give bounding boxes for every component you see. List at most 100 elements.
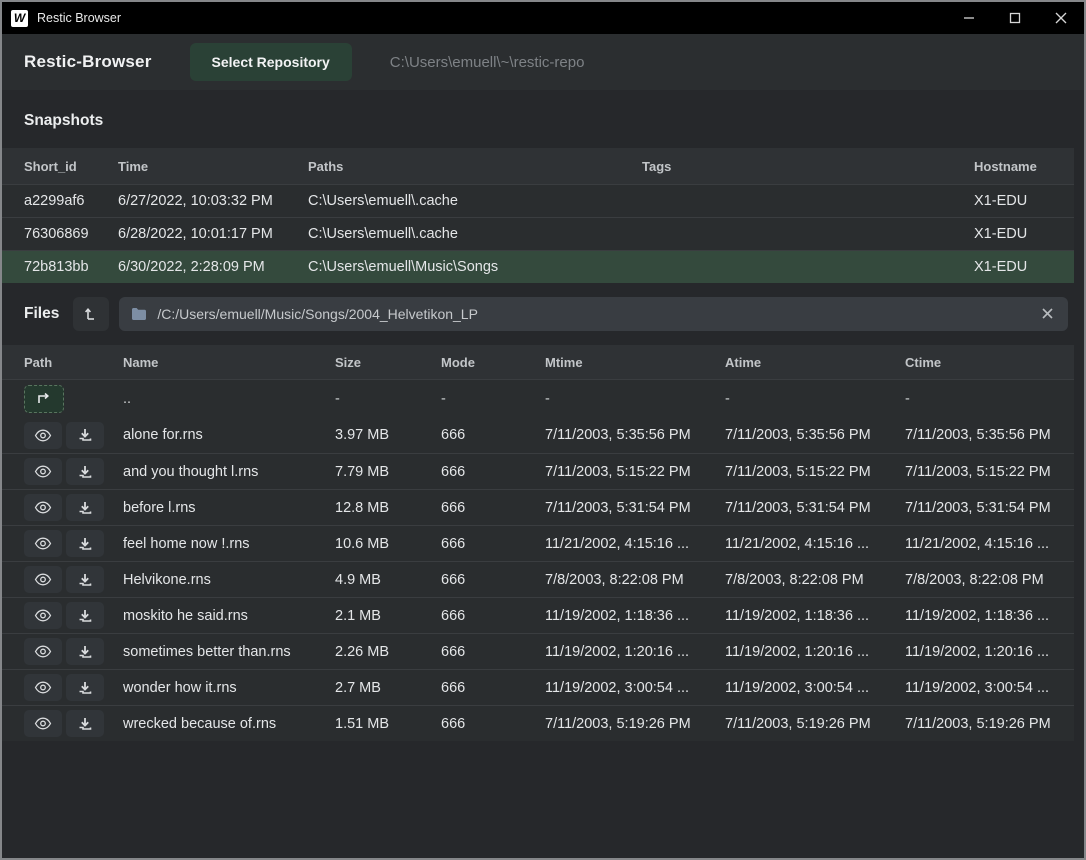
file-row[interactable]: feel home now !.rns 10.6 MB 666 11/21/20… xyxy=(2,525,1074,561)
download-file-button[interactable] xyxy=(66,638,104,665)
file-mode: 666 xyxy=(441,644,545,660)
tree-mode-button[interactable] xyxy=(73,297,109,331)
file-name: moskito he said.rns xyxy=(123,608,335,624)
file-mtime: 7/11/2003, 5:35:56 PM xyxy=(545,427,725,443)
file-mtime: 11/19/2002, 1:18:36 ... xyxy=(545,608,725,624)
file-ctime: 7/11/2003, 5:35:56 PM xyxy=(905,427,1074,443)
view-file-button[interactable] xyxy=(24,638,62,665)
view-file-button[interactable] xyxy=(24,458,62,485)
eye-icon xyxy=(34,501,52,514)
file-row[interactable]: and you thought l.rns 7.79 MB 666 7/11/2… xyxy=(2,453,1074,489)
download-icon xyxy=(78,717,92,731)
file-ctime: 7/11/2003, 5:15:22 PM xyxy=(905,464,1074,480)
parent-directory-row[interactable]: .. - - - - - xyxy=(2,379,1074,417)
file-mode: 666 xyxy=(441,572,545,588)
file-size: 7.79 MB xyxy=(335,464,441,480)
view-file-button[interactable] xyxy=(24,494,62,521)
eye-icon xyxy=(34,465,52,478)
file-ctime: 7/8/2003, 8:22:08 PM xyxy=(905,572,1074,588)
close-icon xyxy=(1055,12,1067,24)
view-file-button[interactable] xyxy=(24,602,62,629)
file-row[interactable]: wrecked because of.rns 1.51 MB 666 7/11/… xyxy=(2,705,1074,741)
file-atime: 7/11/2003, 5:19:26 PM xyxy=(725,716,905,732)
column-header-name: Name xyxy=(123,355,335,370)
file-row[interactable]: Helvikone.rns 4.9 MB 666 7/8/2003, 8:22:… xyxy=(2,561,1074,597)
column-header-tags: Tags xyxy=(642,159,974,174)
snapshot-row[interactable]: 76306869 6/28/2022, 10:01:17 PM C:\Users… xyxy=(2,217,1074,250)
file-atime: 7/11/2003, 5:15:22 PM xyxy=(725,464,905,480)
download-file-button[interactable] xyxy=(66,710,104,737)
snapshot-row[interactable]: a2299af6 6/27/2022, 10:03:32 PM C:\Users… xyxy=(2,184,1074,217)
clear-path-icon xyxy=(1041,307,1054,320)
column-header-paths: Paths xyxy=(308,159,642,174)
download-file-button[interactable] xyxy=(66,602,104,629)
file-mtime: 7/8/2003, 8:22:08 PM xyxy=(545,572,725,588)
select-repository-button[interactable]: Select Repository xyxy=(190,43,352,81)
download-file-button[interactable] xyxy=(66,566,104,593)
eye-icon xyxy=(34,681,52,694)
close-button[interactable] xyxy=(1038,2,1084,34)
current-path-bar[interactable]: /C:/Users/emuell/Music/Songs/2004_Helvet… xyxy=(119,297,1068,331)
repository-path: C:\Users\emuell\~\restic-repo xyxy=(390,54,585,71)
view-file-button[interactable] xyxy=(24,710,62,737)
file-size: 4.9 MB xyxy=(335,572,441,588)
snapshot-hostname: X1-EDU xyxy=(974,193,1074,209)
view-file-button[interactable] xyxy=(24,422,62,449)
download-icon xyxy=(78,573,92,587)
column-header-hostname: Hostname xyxy=(974,159,1074,174)
view-file-button[interactable] xyxy=(24,566,62,593)
snapshot-paths: C:\Users\emuell\.cache xyxy=(308,193,642,209)
empty-area xyxy=(2,741,1084,858)
titlebar-left: W Restic Browser xyxy=(2,10,121,27)
snapshot-short-id: 72b813bb xyxy=(24,259,118,275)
file-mode: 666 xyxy=(441,680,545,696)
file-row[interactable]: moskito he said.rns 2.1 MB 666 11/19/200… xyxy=(2,597,1074,633)
maximize-button[interactable] xyxy=(992,2,1038,34)
file-mode: 666 xyxy=(441,500,545,516)
files-heading: Files xyxy=(24,305,59,323)
download-file-button[interactable] xyxy=(66,458,104,485)
view-file-button[interactable] xyxy=(24,530,62,557)
column-header-size: Size xyxy=(335,355,441,370)
file-row[interactable]: alone for.rns 3.97 MB 666 7/11/2003, 5:3… xyxy=(2,417,1074,453)
file-ctime: 11/19/2002, 1:18:36 ... xyxy=(905,608,1074,624)
file-mtime: 11/19/2002, 1:20:16 ... xyxy=(545,644,725,660)
navigate-up-button[interactable] xyxy=(24,385,64,413)
file-mtime: 11/21/2002, 4:15:16 ... xyxy=(545,536,725,552)
column-header-ctime: Ctime xyxy=(905,355,1074,370)
clear-path-button[interactable] xyxy=(1039,306,1056,323)
view-file-button[interactable] xyxy=(24,674,62,701)
file-name: sometimes better than.rns xyxy=(123,644,335,660)
file-mode: 666 xyxy=(441,716,545,732)
download-file-button[interactable] xyxy=(66,422,104,449)
window-title: Restic Browser xyxy=(37,11,121,25)
file-name: wrecked because of.rns xyxy=(123,716,335,732)
file-ctime: 11/19/2002, 3:00:54 ... xyxy=(905,680,1074,696)
column-header-atime: Atime xyxy=(725,355,905,370)
app-header: Restic-Browser Select Repository C:\User… xyxy=(2,34,1084,90)
snapshot-row-selected[interactable]: 72b813bb 6/30/2022, 2:28:09 PM C:\Users\… xyxy=(2,250,1074,283)
file-row[interactable]: wonder how it.rns 2.7 MB 666 11/19/2002,… xyxy=(2,669,1074,705)
download-file-button[interactable] xyxy=(66,494,104,521)
file-row[interactable]: before l.rns 12.8 MB 666 7/11/2003, 5:31… xyxy=(2,489,1074,525)
download-file-button[interactable] xyxy=(66,530,104,557)
files-table: Path Name Size Mode Mtime Atime Ctime ..… xyxy=(2,345,1074,741)
file-mtime: 7/11/2003, 5:15:22 PM xyxy=(545,464,725,480)
file-atime: 7/11/2003, 5:35:56 PM xyxy=(725,427,905,443)
minimize-button[interactable] xyxy=(946,2,992,34)
snapshot-time: 6/27/2022, 10:03:32 PM xyxy=(118,193,308,209)
current-path-input[interactable]: /C:/Users/emuell/Music/Songs/2004_Helvet… xyxy=(157,306,1029,322)
snapshot-paths: C:\Users\emuell\.cache xyxy=(308,226,642,242)
snapshot-short-id: 76306869 xyxy=(24,226,118,242)
file-ctime: 11/19/2002, 1:20:16 ... xyxy=(905,644,1074,660)
file-ctime: 7/11/2003, 5:19:26 PM xyxy=(905,716,1074,732)
download-file-button[interactable] xyxy=(66,674,104,701)
download-icon xyxy=(78,465,92,479)
file-size: 12.8 MB xyxy=(335,500,441,516)
column-header-mode: Mode xyxy=(441,355,545,370)
snapshots-table-header: Short_id Time Paths Tags Hostname xyxy=(2,148,1074,184)
file-mode: 666 xyxy=(441,536,545,552)
file-ctime: - xyxy=(905,391,1074,407)
download-icon xyxy=(78,501,92,515)
file-row[interactable]: sometimes better than.rns 2.26 MB 666 11… xyxy=(2,633,1074,669)
